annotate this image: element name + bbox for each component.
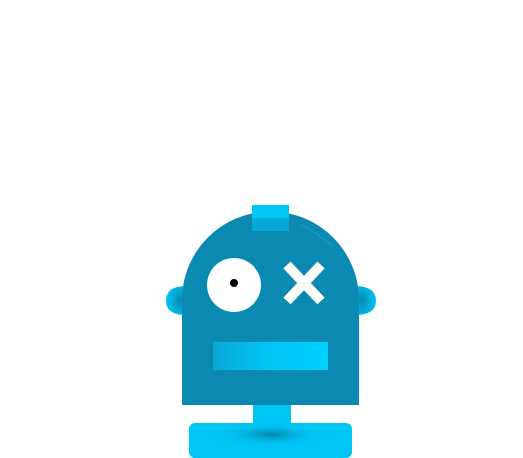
canvas	[0, 0, 523, 458]
antenna-top	[252, 205, 289, 218]
robot-icon	[166, 205, 376, 458]
antenna-icon	[252, 205, 289, 231]
mouth-icon	[213, 342, 328, 370]
antenna-bottom	[252, 218, 289, 231]
left-eye-pupil	[230, 279, 238, 287]
eye-icon	[207, 258, 261, 312]
stand-shadow	[209, 422, 333, 450]
head	[182, 211, 359, 405]
stand-icon	[189, 398, 352, 458]
